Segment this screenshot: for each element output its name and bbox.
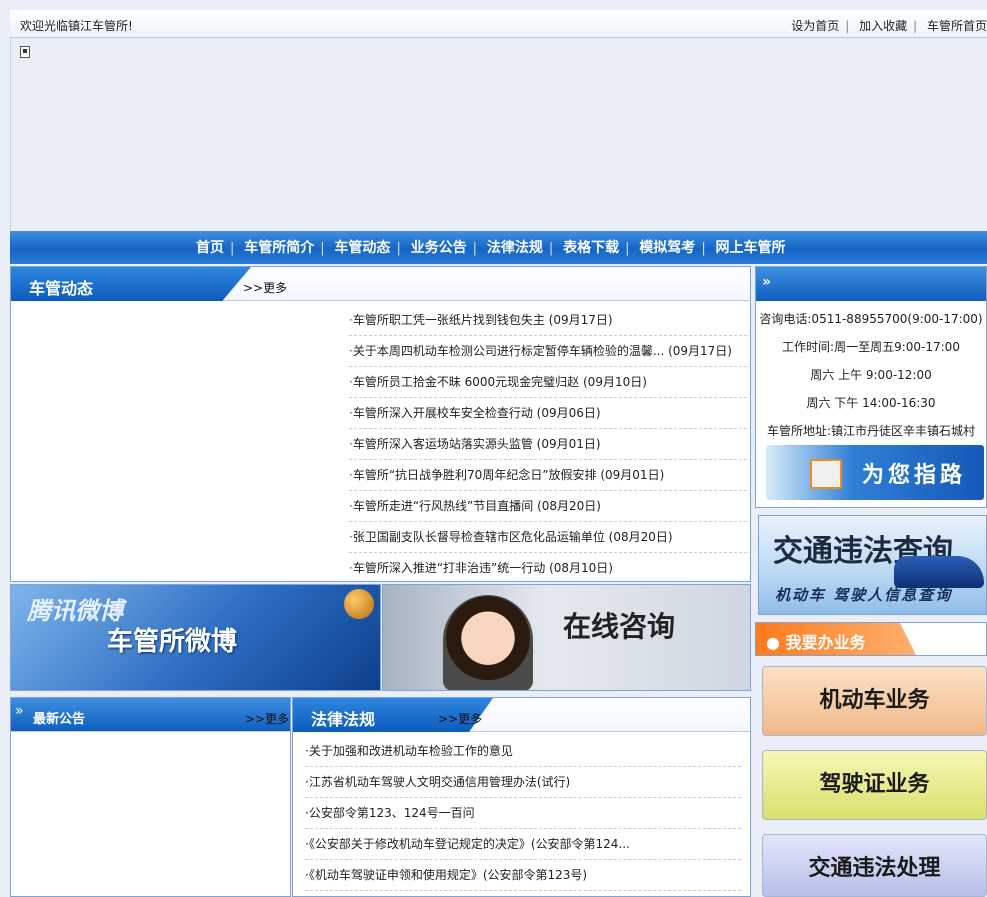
directions-text: 为您指路 — [862, 463, 967, 488]
notice-panel-header: » 最新公告 >>更多 — [11, 698, 290, 732]
list-item[interactable]: ·江苏省机动车驾驶人文明交通信用管理办法(试行) — [305, 767, 741, 798]
welcome-text: 欢迎光临镇江车管所! — [20, 19, 133, 33]
directions-banner[interactable]: 为您指路 — [766, 445, 984, 500]
vehicle-business-button[interactable]: 机动车业务 — [762, 666, 987, 736]
news-more-link[interactable]: >>更多 — [243, 279, 287, 296]
list-item[interactable]: ·车管所深入推进“打非治违”统一行动 (08月10日) — [349, 553, 747, 584]
list-item[interactable]: ·公安部令第123、124号一百问 — [305, 798, 741, 829]
contact-weekday-hours: 工作时间:周一至周五9:00-17:00 — [782, 340, 960, 354]
weibo-title: 车管所微博 — [107, 627, 238, 657]
list-item[interactable]: ·车管所走进“行风热线”节目直播间 (08月20日) — [349, 491, 747, 522]
main-nav: 首页 | 车管所简介 | 车管动态 | 业务公告 | 法律法规 | 表格下载 | 模拟驾考 |… — [10, 231, 987, 264]
list-item[interactable]: ·《机动车驾驶证申领和使用规定》(公安部令第123号) — [305, 860, 741, 891]
weibo-banner[interactable]: 腾讯微博 车管所微博 — [10, 584, 381, 691]
news-panel-title: 车管动态 — [11, 267, 251, 301]
contact-box-header: » — [756, 267, 986, 301]
list-item[interactable]: ·车管所员工拾金不昧 6000元现金完璧归赵 (09月10日) — [349, 367, 747, 398]
law-list: ·关于加强和改进机动车检验工作的意见 ·江苏省机动车驾驶人文明交通信用管理办法(… — [305, 736, 741, 891]
top-links: 设为首页 | 加入收藏 | 车管所首页 — [791, 19, 987, 33]
violation-handling-button[interactable]: 交通违法处理 — [762, 834, 987, 897]
violation-query-subtitle: 机动车 驾驶人信息查询 — [775, 586, 953, 604]
notice-panel: » 最新公告 >>更多 — [10, 697, 291, 897]
contact-address: 车管所地址:镇江市丹徒区辛丰镇石城村 — [766, 424, 976, 438]
header-banner — [10, 38, 987, 231]
list-item[interactable]: ·车管所深入开展校车安全检查行动 (09月06日) — [349, 398, 747, 429]
list-item[interactable]: ·张卫国副支队长督导检查辖市区危化品运输单位 (08月20日) — [349, 522, 747, 553]
notice-more-link[interactable]: >>更多 — [245, 710, 289, 727]
license-business-button[interactable]: 驾驶证业务 — [762, 750, 987, 820]
contact-saturday-morning: 周六 上午 9:00-12:00 — [810, 368, 932, 382]
news-list: ·车管所职工凭一张纸片找到钱包失主 (09月17日) ·关于本周四机动车检测公司… — [349, 305, 747, 584]
business-section-title: ● 我要办业务 — [756, 623, 916, 655]
list-item[interactable]: ·车管所职工凭一张纸片找到钱包失主 (09月17日) — [349, 305, 747, 336]
add-favorite-link[interactable]: 加入收藏 — [859, 19, 907, 33]
house-icon — [810, 459, 842, 489]
law-panel-header: 法律法规 >>更多 — [293, 698, 750, 732]
contact-saturday-afternoon: 周六 下午 14:00-16:30 — [806, 396, 936, 410]
nav-item-notices[interactable]: 业务公告 — [411, 240, 467, 256]
online-consult-banner[interactable]: 在线咨询 — [382, 584, 751, 691]
orange-ball-icon — [344, 589, 374, 619]
online-consult-title: 在线咨询 — [563, 610, 676, 643]
contact-info-box: » 咨询电话:0511-88955700(9:00-17:00) 工作时间:周一… — [755, 266, 987, 508]
dmv-homepage-link[interactable]: 车管所首页 — [927, 19, 987, 33]
list-item[interactable]: ·车管所“抗日战争胜利70周年纪念日”放假安排 (09月01日) — [349, 460, 747, 491]
news-panel-header: 车管动态 >>更多 — [11, 267, 750, 301]
list-item[interactable]: ·关于加强和改进机动车检验工作的意见 — [305, 736, 741, 767]
contact-phone: 咨询电话:0511-88955700(9:00-17:00) — [759, 312, 983, 326]
violation-query-banner[interactable]: 交通违法查询 机动车 驾驶人信息查询 — [758, 515, 987, 615]
nav-item-intro[interactable]: 车管所简介 — [244, 240, 314, 256]
set-homepage-link[interactable]: 设为首页 — [791, 19, 839, 33]
broken-image-icon — [20, 46, 30, 58]
list-item[interactable]: ·《公安部关于修改机动车登记规定的决定》(公安部令第124... — [305, 829, 741, 860]
double-arrow-icon: » — [15, 703, 24, 719]
list-item[interactable]: ·车管所深入客运场站落实源头监管 (09月01日) — [349, 429, 747, 460]
law-more-link[interactable]: >>更多 — [438, 710, 482, 727]
notice-panel-title: 最新公告 — [33, 712, 86, 727]
operator-avatar — [443, 595, 533, 690]
nav-item-forms[interactable]: 表格下载 — [563, 240, 619, 256]
nav-item-news[interactable]: 车管动态 — [334, 240, 390, 256]
law-panel: 法律法规 >>更多 ·关于加强和改进机动车检验工作的意见 ·江苏省机动车驾驶人文… — [292, 697, 751, 897]
nav-item-mock-exam[interactable]: 模拟驾考 — [639, 240, 695, 256]
business-section-header: ● 我要办业务 — [755, 622, 987, 656]
nav-item-online-dmv[interactable]: 网上车管所 — [716, 240, 786, 256]
news-panel: 车管动态 >>更多 ·车管所职工凭一张纸片找到钱包失主 (09月17日) ·关于… — [10, 266, 751, 582]
list-item[interactable]: ·关于本周四机动车检测公司进行标定暂停车辆检验的温馨... (09月17日) — [349, 336, 747, 367]
nav-item-home[interactable]: 首页 — [196, 240, 224, 256]
top-bar: 欢迎光临镇江车管所! 设为首页 | 加入收藏 | 车管所首页 — [10, 10, 987, 38]
nav-item-laws[interactable]: 法律法规 — [487, 240, 543, 256]
